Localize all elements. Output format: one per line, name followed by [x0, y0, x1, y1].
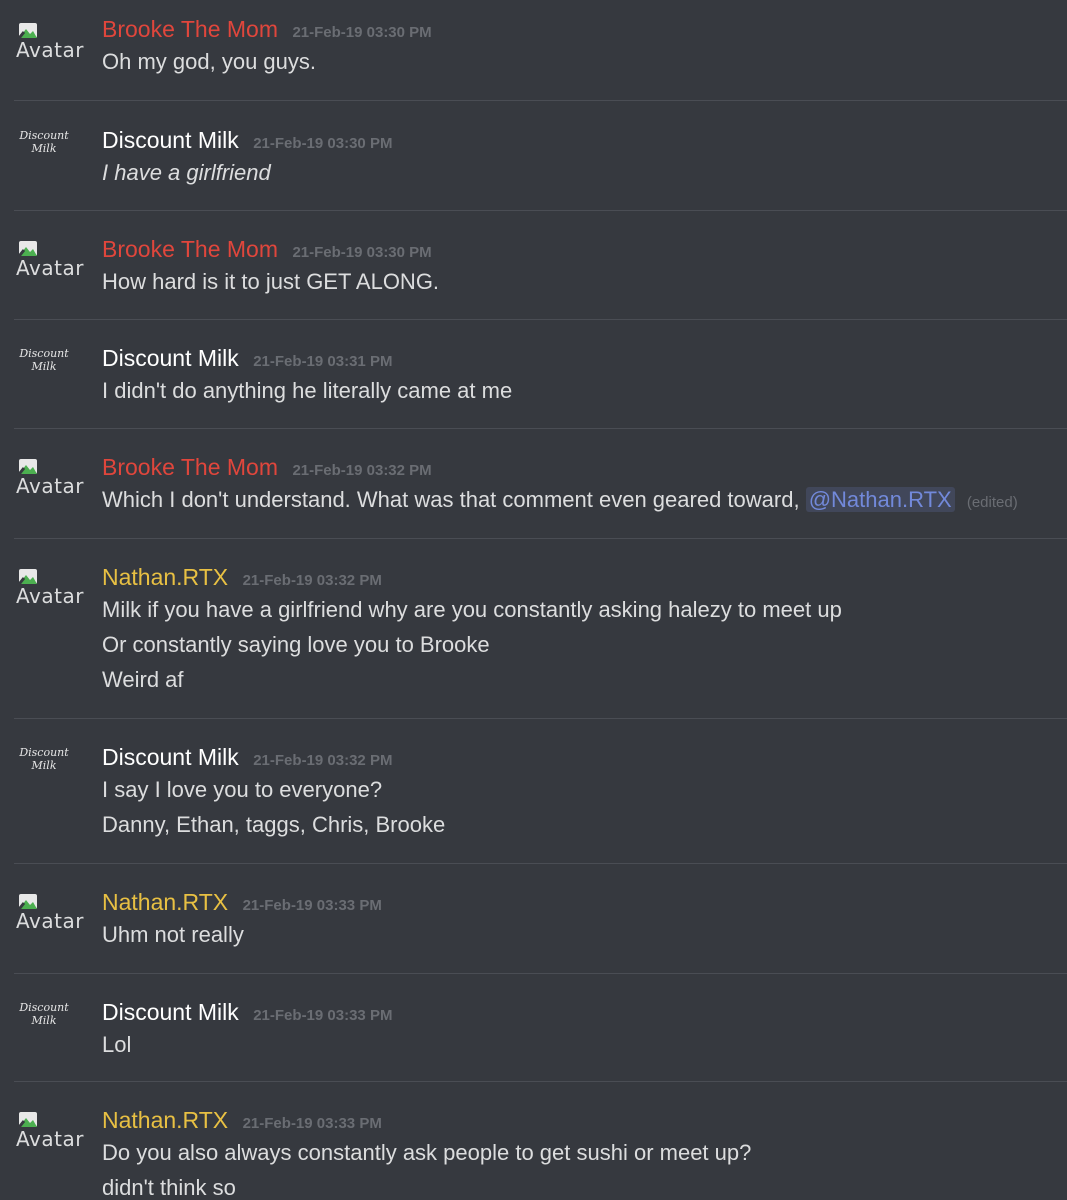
timestamp: 21-Feb-19 03:32 PM	[253, 752, 393, 769]
message: Discount Milk Discount Milk 21-Feb-19 03:…	[14, 320, 1067, 429]
message-header: Nathan.RTX 21-Feb-19 03:33 PM	[102, 887, 1067, 917]
message-header: Discount Milk 21-Feb-19 03:33 PM	[102, 997, 1067, 1027]
author-name[interactable]: Brooke The Mom	[102, 454, 278, 480]
avatar[interactable]: Discount Milk	[14, 997, 86, 1053]
message-text: Lol	[102, 1032, 132, 1057]
message: Avatar Brooke The Mom 21-Feb-19 03:30 PM…	[14, 211, 1067, 320]
timestamp: 21-Feb-19 03:33 PM	[253, 1007, 393, 1024]
author-name[interactable]: Discount Milk	[102, 345, 239, 371]
broken-image-icon: Avatar	[14, 452, 86, 508]
avatar[interactable]: Avatar	[14, 234, 86, 290]
timestamp: 21-Feb-19 03:30 PM	[292, 24, 432, 41]
avatar[interactable]: Avatar	[14, 1105, 86, 1161]
avatar[interactable]: Discount Milk	[14, 125, 86, 181]
author-name[interactable]: Nathan.RTX	[102, 564, 228, 590]
message-text: Danny, Ethan, taggs, Chris, Brooke	[102, 812, 446, 837]
avatar[interactable]: Discount Milk	[14, 343, 86, 399]
message-text: Weird af	[102, 667, 184, 692]
timestamp: 21-Feb-19 03:33 PM	[242, 1115, 382, 1132]
broken-image-icon: Avatar	[14, 16, 86, 72]
timestamp: 21-Feb-19 03:31 PM	[253, 353, 393, 370]
message-text: Do you also always constantly ask people…	[102, 1140, 752, 1165]
avatar[interactable]: Avatar	[14, 562, 86, 618]
message-text: Which I don't understand. What was that …	[102, 487, 1018, 512]
user-mention[interactable]: @Nathan.RTX	[805, 487, 955, 512]
edited-label: (edited)	[966, 494, 1018, 511]
discount-milk-logo: Discount Milk	[19, 347, 69, 373]
message-text: didn't think so	[102, 1175, 236, 1200]
message-text: I didn't do anything he literally came a…	[102, 378, 513, 403]
message: Avatar Brooke The Mom 21-Feb-19 03:30 PM…	[14, 0, 1067, 101]
discount-milk-logo: Discount Milk	[19, 746, 69, 772]
broken-image-icon: Avatar	[14, 234, 86, 290]
message: Avatar Brooke The Mom 21-Feb-19 03:32 PM…	[14, 429, 1067, 539]
author-name[interactable]: Discount Milk	[102, 127, 239, 153]
message-header: Nathan.RTX 21-Feb-19 03:32 PM	[102, 562, 1067, 592]
message-header: Discount Milk 21-Feb-19 03:31 PM	[102, 343, 1067, 373]
author-name[interactable]: Brooke The Mom	[102, 16, 278, 42]
message-text: Or constantly saying love you to Brooke	[102, 632, 490, 657]
timestamp: 21-Feb-19 03:30 PM	[292, 244, 432, 261]
message-header: Discount Milk 21-Feb-19 03:30 PM	[102, 125, 1067, 155]
avatar[interactable]: Discount Milk	[14, 742, 86, 798]
author-name[interactable]: Brooke The Mom	[102, 236, 278, 262]
author-name[interactable]: Nathan.RTX	[102, 1107, 228, 1133]
message-text: How hard is it to just GET ALONG.	[102, 269, 440, 294]
timestamp: 21-Feb-19 03:30 PM	[253, 135, 393, 152]
message-header: Brooke The Mom 21-Feb-19 03:30 PM	[102, 234, 1067, 264]
message: Discount Milk Discount Milk 21-Feb-19 03:…	[14, 974, 1067, 1082]
message: Avatar Nathan.RTX 21-Feb-19 03:32 PM Mil…	[14, 539, 1067, 719]
author-name[interactable]: Nathan.RTX	[102, 889, 228, 915]
discount-milk-logo: Discount Milk	[19, 1001, 69, 1027]
discount-milk-logo: Discount Milk	[19, 129, 69, 155]
message-header: Nathan.RTX 21-Feb-19 03:33 PM	[102, 1105, 1067, 1135]
broken-image-icon: Avatar	[14, 1105, 86, 1161]
message-text: Milk if you have a girlfriend why are yo…	[102, 597, 842, 622]
message: Avatar Nathan.RTX 21-Feb-19 03:33 PM Do …	[14, 1082, 1067, 1200]
message-header: Brooke The Mom 21-Feb-19 03:30 PM	[102, 14, 1067, 44]
avatar[interactable]: Avatar	[14, 16, 86, 72]
timestamp: 21-Feb-19 03:32 PM	[242, 572, 382, 589]
avatar[interactable]: Avatar	[14, 452, 86, 508]
author-name[interactable]: Discount Milk	[102, 999, 239, 1025]
timestamp: 21-Feb-19 03:32 PM	[292, 462, 432, 479]
avatar[interactable]: Avatar	[14, 887, 86, 943]
broken-image-icon: Avatar	[14, 887, 86, 943]
message-header: Discount Milk 21-Feb-19 03:32 PM	[102, 742, 1067, 772]
broken-image-icon: Avatar	[14, 562, 86, 618]
message: Discount Milk Discount Milk 21-Feb-19 03:…	[14, 101, 1067, 211]
message-text: Oh my god, you guys.	[102, 49, 316, 74]
message-text: Uhm not really	[102, 922, 244, 947]
author-name[interactable]: Discount Milk	[102, 744, 239, 770]
message: Avatar Nathan.RTX 21-Feb-19 03:33 PM Uhm…	[14, 864, 1067, 974]
message-header: Brooke The Mom 21-Feb-19 03:32 PM	[102, 452, 1067, 482]
chat-log: Avatar Brooke The Mom 21-Feb-19 03:30 PM…	[0, 0, 1067, 1200]
message: Discount Milk Discount Milk 21-Feb-19 03:…	[14, 719, 1067, 864]
message-text: I have a girlfriend	[102, 160, 271, 185]
timestamp: 21-Feb-19 03:33 PM	[242, 897, 382, 914]
message-text: I say I love you to everyone?	[102, 777, 383, 802]
